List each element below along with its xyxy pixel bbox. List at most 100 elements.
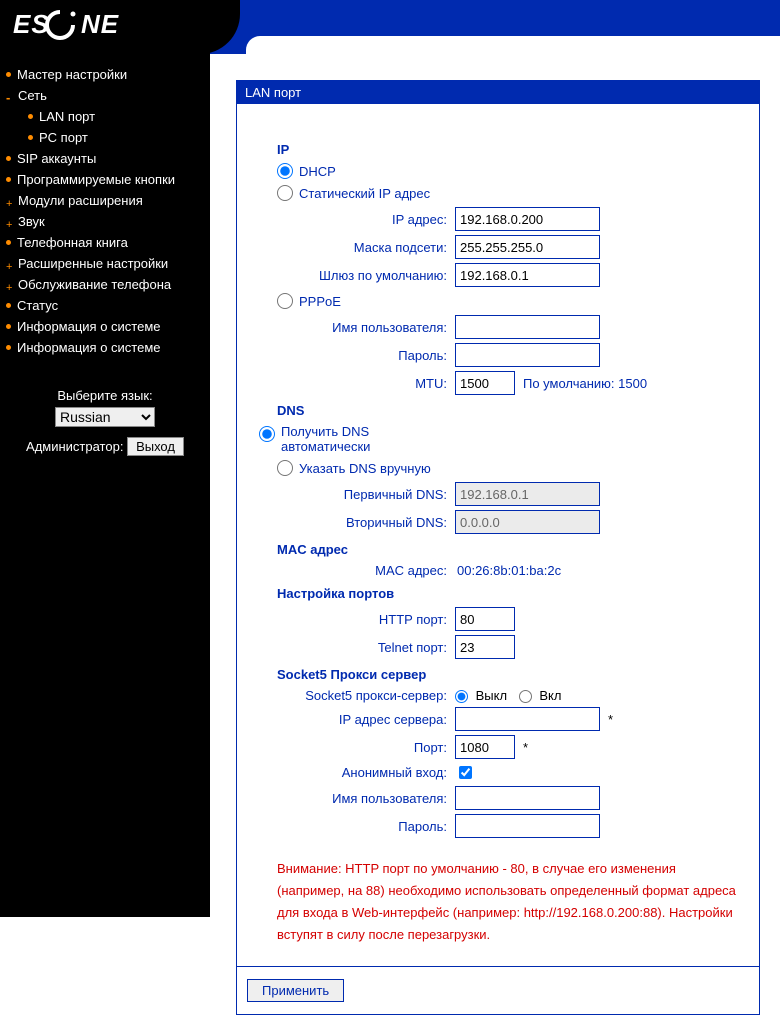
telnet-port-label: Telnet порт: bbox=[277, 640, 455, 655]
bullet-icon bbox=[6, 240, 11, 245]
gateway-input[interactable] bbox=[455, 263, 600, 287]
primary-dns-label: Первичный DNS: bbox=[277, 487, 455, 502]
ip-address-input[interactable] bbox=[455, 207, 600, 231]
bullet-icon bbox=[6, 303, 11, 308]
socks-port-label: Порт: bbox=[277, 740, 455, 755]
radio-socks-on[interactable] bbox=[519, 690, 532, 703]
section-ip: IP bbox=[277, 142, 739, 157]
nav-ext-modules[interactable]: Модули расширения bbox=[0, 190, 210, 211]
nav-item-label: Статус bbox=[17, 298, 58, 313]
required-marker: * bbox=[523, 740, 528, 755]
socks-proxy-label: Socket5 прокси-сервер: bbox=[277, 688, 455, 703]
nav-item-label: Программируемые кнопки bbox=[17, 172, 175, 187]
sidebar: Мастер настройки Сеть LAN порт PC порт SIP а… bbox=[0, 54, 210, 917]
nav-status[interactable]: Статус bbox=[0, 295, 210, 316]
gateway-label: Шлюз по умолчанию: bbox=[277, 268, 455, 283]
radio-dns-manual[interactable] bbox=[277, 460, 293, 476]
header: ES NE bbox=[0, 0, 780, 54]
lan-port-panel: LAN порт IP DHCP Статический IP адрес IP… bbox=[236, 80, 760, 1015]
subnet-mask-input[interactable] bbox=[455, 235, 600, 259]
http-port-input[interactable] bbox=[455, 607, 515, 631]
logout-button[interactable]: Выход bbox=[127, 437, 184, 456]
bullet-icon bbox=[6, 93, 12, 99]
socks-on-label: Вкл bbox=[539, 688, 561, 703]
mac-value: 00:26:8b:01:ba:2c bbox=[457, 563, 561, 578]
secondary-dns-label: Вторичный DNS: bbox=[277, 515, 455, 530]
primary-dns-input[interactable] bbox=[455, 482, 600, 506]
radio-dns-auto[interactable] bbox=[259, 426, 275, 442]
http-port-label: HTTP порт: bbox=[277, 612, 455, 627]
mtu-label: MTU: bbox=[277, 376, 455, 391]
nav-item-label: SIP аккаунты bbox=[17, 151, 96, 166]
bullet-icon bbox=[6, 261, 12, 267]
radio-socks-off[interactable] bbox=[455, 690, 468, 703]
nav-item-label: Модули расширения bbox=[18, 193, 143, 208]
socks-anon-label: Анонимный вход: bbox=[277, 765, 455, 780]
secondary-dns-input[interactable] bbox=[455, 510, 600, 534]
bullet-icon bbox=[28, 114, 33, 119]
nav-item-label: Мастер настройки bbox=[17, 67, 127, 82]
subnet-mask-label: Маска подсети: bbox=[277, 240, 455, 255]
telnet-port-input[interactable] bbox=[455, 635, 515, 659]
radio-dhcp[interactable] bbox=[277, 163, 293, 179]
bullet-icon bbox=[6, 282, 12, 288]
warning-text: Внимание: HTTP порт по умолчанию - 80, в… bbox=[277, 858, 739, 946]
pppoe-user-label: Имя пользователя: bbox=[277, 320, 455, 335]
socks-pass-label: Пароль: bbox=[277, 819, 455, 834]
nav-network[interactable]: Сеть bbox=[0, 85, 210, 106]
nav-item-label: Звук bbox=[18, 214, 45, 229]
pppoe-label: PPPoE bbox=[299, 294, 341, 309]
dns-auto-label: Получить DNS автоматически bbox=[281, 424, 391, 454]
socks-user-input[interactable] bbox=[455, 786, 600, 810]
socks-anon-checkbox[interactable] bbox=[459, 766, 472, 779]
section-ports: Настройка портов bbox=[277, 586, 739, 601]
nav-setup-wizard[interactable]: Мастер настройки bbox=[0, 64, 210, 85]
bullet-icon bbox=[28, 135, 33, 140]
socks-pass-input[interactable] bbox=[455, 814, 600, 838]
nav-sysinfo-2[interactable]: Информация о системе bbox=[0, 337, 210, 358]
panel-title: LAN порт bbox=[237, 81, 759, 104]
nav-sysinfo-1[interactable]: Информация о системе bbox=[0, 316, 210, 337]
socks-server-ip-label: IP адрес сервера: bbox=[277, 712, 455, 727]
nav-item-label: Расширенные настройки bbox=[18, 256, 168, 271]
nav-sip-accounts[interactable]: SIP аккаунты bbox=[0, 148, 210, 169]
bullet-icon bbox=[6, 198, 12, 204]
nav-item-label: Телефонная книга bbox=[17, 235, 128, 250]
nav-prog-keys[interactable]: Программируемые кнопки bbox=[0, 169, 210, 190]
section-dns: DNS bbox=[277, 403, 739, 418]
dns-manual-label: Указать DNS вручную bbox=[299, 461, 431, 476]
nav-item-label: Информация о системе bbox=[17, 319, 161, 334]
pppoe-user-input[interactable] bbox=[455, 315, 600, 339]
pppoe-pass-input[interactable] bbox=[455, 343, 600, 367]
language-select[interactable]: Russian bbox=[55, 407, 155, 427]
bullet-icon bbox=[6, 219, 12, 225]
svg-text:ES: ES bbox=[13, 9, 50, 39]
section-socks: Socket5 Прокси сервер bbox=[277, 667, 739, 682]
bullet-icon bbox=[6, 156, 11, 161]
admin-label: Администратор: bbox=[26, 439, 123, 454]
nav-phonebook[interactable]: Телефонная книга bbox=[0, 232, 210, 253]
nav-item-label: LAN порт bbox=[39, 109, 95, 124]
ip-address-label: IP адрес: bbox=[277, 212, 455, 227]
radio-static[interactable] bbox=[277, 185, 293, 201]
nav-advanced[interactable]: Расширенные настройки bbox=[0, 253, 210, 274]
nav-sound[interactable]: Звук bbox=[0, 211, 210, 232]
socks-port-input[interactable] bbox=[455, 735, 515, 759]
apply-button[interactable]: Применить bbox=[247, 979, 344, 1002]
nav-item-label: Обслуживание телефона bbox=[18, 277, 171, 292]
bullet-icon bbox=[6, 72, 11, 77]
nav-lan-port[interactable]: LAN порт bbox=[0, 106, 210, 127]
section-mac: MAC адрес bbox=[277, 542, 739, 557]
required-marker: * bbox=[608, 712, 613, 727]
svg-text:NE: NE bbox=[81, 9, 119, 39]
socks-server-ip-input[interactable] bbox=[455, 707, 600, 731]
mac-label: MAC адрес: bbox=[277, 563, 455, 578]
header-decoration bbox=[210, 0, 780, 54]
nav-item-label: PC порт bbox=[39, 130, 88, 145]
nav-item-label: Сеть bbox=[18, 88, 47, 103]
mtu-input[interactable] bbox=[455, 371, 515, 395]
radio-pppoe[interactable] bbox=[277, 293, 293, 309]
nav-pc-port[interactable]: PC порт bbox=[0, 127, 210, 148]
nav-maintenance[interactable]: Обслуживание телефона bbox=[0, 274, 210, 295]
pppoe-pass-label: Пароль: bbox=[277, 348, 455, 363]
